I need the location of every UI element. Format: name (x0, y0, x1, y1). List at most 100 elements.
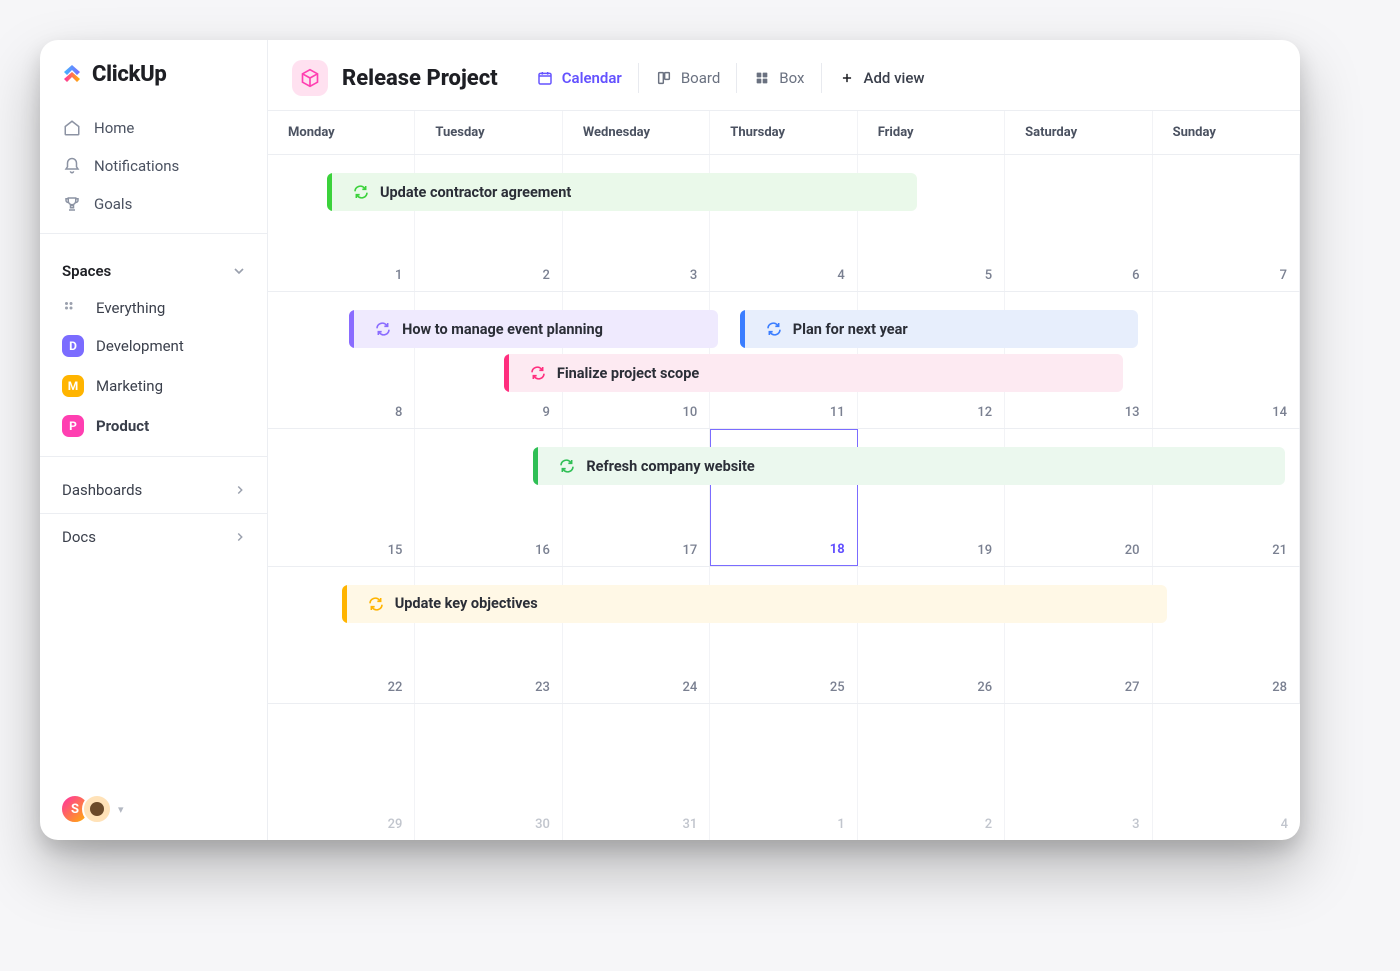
home-icon (62, 118, 82, 138)
calendar-event[interactable]: Refresh company website (533, 447, 1285, 485)
calendar-cell[interactable]: 28 (1153, 567, 1300, 703)
sidebar-item-label: Product (96, 417, 149, 435)
calendar-date: 28 (1272, 680, 1287, 695)
tab-box[interactable]: Box (736, 63, 820, 93)
user-menu[interactable]: S ▾ (40, 778, 267, 840)
sidebar-item-space[interactable]: D Development (54, 326, 253, 366)
event-title: Refresh company website (586, 458, 754, 475)
page-title: Release Project (342, 66, 498, 91)
calendar-cell[interactable]: 31 (563, 704, 710, 840)
calendar-cell[interactable]: 1 (710, 704, 857, 840)
calendar-day-header: Friday (858, 111, 1005, 154)
calendar-event[interactable]: Update key objectives (342, 585, 1168, 623)
avatar-stack: S (60, 794, 112, 824)
spaces-header[interactable]: Spaces (40, 244, 267, 290)
tab-calendar[interactable]: Calendar (522, 63, 638, 93)
calendar-cell[interactable]: 4 (1153, 704, 1300, 840)
calendar-date: 18 (830, 542, 845, 557)
project-cube-icon (292, 60, 328, 96)
calendar-date: 14 (1272, 405, 1287, 420)
caret-down-icon: ▾ (118, 803, 124, 816)
nav-notifications[interactable]: Notifications (54, 147, 253, 185)
calendar-day-header: Wednesday (563, 111, 710, 154)
spaces-title: Spaces (62, 262, 111, 280)
add-view-button[interactable]: Add view (821, 63, 941, 93)
sidebar-item-label: Docs (62, 528, 96, 546)
brand[interactable]: ClickUp (40, 58, 267, 109)
calendar-event[interactable]: Plan for next year (740, 310, 1138, 348)
calendar-date: 6 (1132, 268, 1139, 283)
calendar-cell[interactable]: 3 (1005, 704, 1152, 840)
calendar-week: 29 3031 12 34 (268, 704, 1300, 840)
trophy-icon (62, 194, 82, 214)
calendar-date: 9 (542, 405, 549, 420)
chevron-right-icon (233, 530, 247, 544)
calendar-event[interactable]: Update contractor agreement (327, 173, 917, 211)
event-color-bar (327, 173, 332, 211)
space-badge: P (62, 415, 84, 437)
calendar-date: 7 (1280, 268, 1287, 283)
event-title: Plan for next year (793, 321, 908, 338)
avatar (82, 794, 112, 824)
nav-label: Goals (94, 195, 132, 213)
calendar-week: 891011121314 How to manage event plannin… (268, 292, 1300, 429)
calendar-header-row: MondayTuesdayWednesdayThursdayFridaySatu… (268, 111, 1300, 155)
sidebar-item-label: Dashboards (62, 481, 142, 499)
calendar-event[interactable]: Finalize project scope (504, 354, 1123, 392)
view-tabs: Calendar Board Box (522, 63, 941, 93)
recurring-icon (374, 320, 392, 338)
plus-icon (838, 69, 856, 87)
tab-label: Board (681, 69, 720, 87)
calendar-date: 4 (837, 268, 844, 283)
sidebar-item-label: Marketing (96, 377, 163, 395)
event-color-bar (349, 310, 354, 348)
calendar-date: 29 (388, 817, 403, 832)
tab-board[interactable]: Board (638, 63, 736, 93)
calendar-date: 3 (1132, 817, 1139, 832)
recurring-icon (529, 364, 547, 382)
calendar-day-header: Thursday (710, 111, 857, 154)
calendar-date: 24 (683, 680, 698, 695)
event-title: How to manage event planning (402, 321, 603, 338)
calendar-day-header: Saturday (1005, 111, 1152, 154)
calendar-cell[interactable]: 7 (1153, 155, 1300, 291)
nav-home[interactable]: Home (54, 109, 253, 147)
calendar-event[interactable]: How to manage event planning (349, 310, 718, 348)
recurring-icon (367, 595, 385, 613)
spaces-list: D DevelopmentM MarketingP Product (40, 326, 267, 446)
sidebar-item-label: Everything (96, 299, 165, 317)
calendar-cell[interactable]: 15 (268, 429, 415, 565)
calendar-day-header: Sunday (1153, 111, 1300, 154)
calendar-date: 20 (1125, 543, 1140, 558)
recurring-icon (352, 183, 370, 201)
calendar-date: 16 (535, 543, 550, 558)
calendar-cell[interactable]: 6 (1005, 155, 1152, 291)
calendar-cell[interactable]: 30 (415, 704, 562, 840)
nav-goals[interactable]: Goals (54, 185, 253, 223)
divider (40, 233, 267, 234)
calendar-cell[interactable]: 2 (858, 704, 1005, 840)
sidebar-item-space[interactable]: P Product (54, 406, 253, 446)
board-icon (655, 69, 673, 87)
sidebar-item-dashboards[interactable]: Dashboards (40, 467, 267, 513)
event-color-bar (533, 447, 538, 485)
calendar-date: 13 (1125, 405, 1140, 420)
calendar-day-header: Monday (268, 111, 415, 154)
calendar-cell[interactable]: 14 (1153, 292, 1300, 428)
event-color-bar (740, 310, 745, 348)
calendar-date: 22 (388, 680, 403, 695)
sidebar-item-everything[interactable]: Everything (54, 290, 253, 326)
calendar-week: 22232425262728 Update key objectives (268, 567, 1300, 704)
calendar-date: 1 (395, 268, 402, 283)
nav-label: Home (94, 119, 134, 137)
bell-icon (62, 156, 82, 176)
calendar-cell[interactable]: 29 (268, 704, 415, 840)
sidebar-item-docs[interactable]: Docs (40, 513, 267, 560)
divider (40, 456, 267, 457)
sidebar-item-space[interactable]: M Marketing (54, 366, 253, 406)
calendar-date: 1 (837, 817, 844, 832)
brand-name: ClickUp (92, 62, 167, 87)
tab-label: Add view (864, 69, 925, 87)
sidebar: ClickUp Home Notifications Goals (40, 40, 268, 840)
calendar-date: 26 (977, 680, 992, 695)
